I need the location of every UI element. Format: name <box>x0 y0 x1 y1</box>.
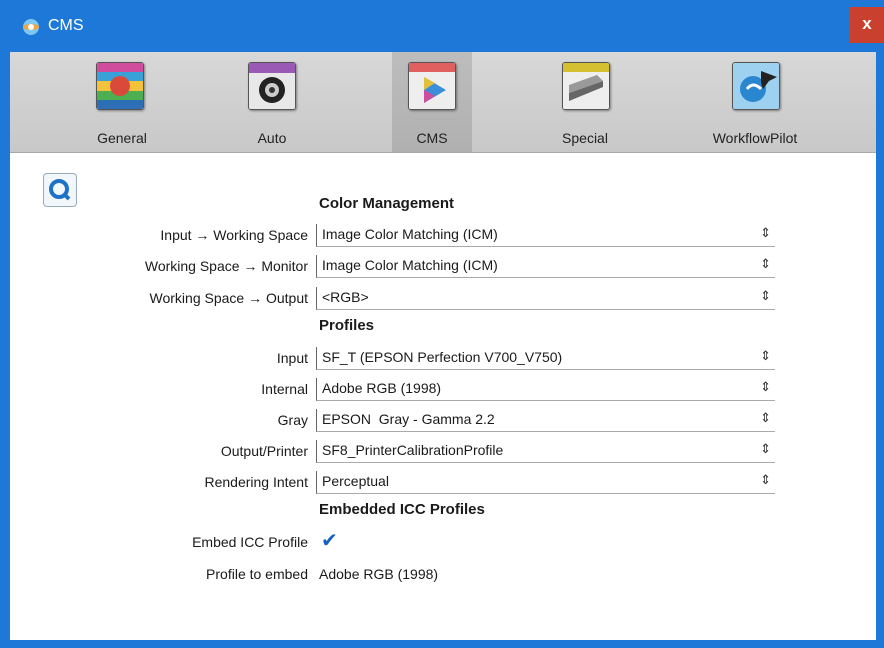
help-button[interactable] <box>43 173 77 207</box>
rendering-intent-label: Rendering Intent <box>204 474 308 490</box>
row-profile-to-embed: Profile to embed Adobe RGB (1998) <box>10 563 876 587</box>
working-space-output-select[interactable]: <RGB> ⇕ <box>316 287 775 310</box>
output-printer-label: Output/Printer <box>220 443 308 459</box>
input-profile-select[interactable]: SF_T (EPSON Perfection V700_V750) ⇕ <box>316 347 775 370</box>
updown-arrow-icon: ⇕ <box>760 472 771 487</box>
row-embed-icc: Embed ICC Profile ✔ <box>10 528 876 555</box>
section-embedded-icc: Embedded ICC Profiles <box>319 501 485 518</box>
title-bar: CMS x <box>0 0 884 52</box>
tab-auto[interactable]: Auto <box>232 52 312 152</box>
tab-label: Auto <box>257 130 287 146</box>
select-value: SF8_PrinterCalibrationProfile <box>322 442 504 458</box>
tab-cms[interactable]: CMS <box>392 52 472 152</box>
profile-to-embed-value: Adobe RGB (1998) <box>319 566 439 582</box>
embed-icc-label: Embed ICC Profile <box>192 534 308 550</box>
magnifier-help-icon <box>49 179 71 201</box>
row-rendering-intent: Rendering Intent Perceptual ⇕ <box>10 471 876 495</box>
section-profiles: Profiles <box>319 317 375 334</box>
row-input-profile: Input SF_T (EPSON Perfection V700_V750) … <box>10 347 876 371</box>
input-working-space-label: Input → Working Space <box>160 227 308 243</box>
profile-to-embed-label: Profile to embed <box>206 566 308 582</box>
internal-profile-select[interactable]: Adobe RGB (1998) ⇕ <box>316 378 775 401</box>
app-logo-icon <box>23 19 39 35</box>
cms-color-icon <box>408 62 456 110</box>
working-space-monitor-label: Working Space → Monitor <box>144 258 308 274</box>
cms-settings-panel: Color Management Input → Working Space I… <box>10 153 876 640</box>
tab-special[interactable]: Special <box>540 52 630 152</box>
select-value: Perceptual <box>322 473 389 489</box>
general-rgb-icon <box>96 62 144 110</box>
updown-arrow-icon: ⇕ <box>760 441 771 456</box>
category-toolbar: General Auto CMS Special WorkflowPilot <box>10 52 876 153</box>
updown-arrow-icon: ⇕ <box>760 348 771 363</box>
gray-profile-label: Gray <box>277 412 308 428</box>
row-input-working-space: Input → Working Space Image Color Matchi… <box>10 224 876 248</box>
updown-arrow-icon: ⇕ <box>760 410 771 425</box>
row-working-space-monitor: Working Space → Monitor Image Color Matc… <box>10 255 876 279</box>
workflow-pilot-icon <box>732 62 780 110</box>
tab-label: WorkflowPilot <box>712 130 798 146</box>
input-working-space-select[interactable]: Image Color Matching (ICM) ⇕ <box>316 224 775 247</box>
row-internal-profile: Internal Adobe RGB (1998) ⇕ <box>10 378 876 402</box>
close-button[interactable]: x <box>850 7 884 43</box>
working-space-monitor-select[interactable]: Image Color Matching (ICM) ⇕ <box>316 255 775 278</box>
scanner-icon <box>562 62 610 110</box>
working-space-output-label: Working Space → Output <box>149 290 308 306</box>
gray-profile-select[interactable]: EPSON Gray - Gamma 2.2 ⇕ <box>316 409 775 432</box>
select-value: Image Color Matching (ICM) <box>322 257 498 273</box>
select-value: EPSON Gray - Gamma 2.2 <box>322 411 495 427</box>
input-profile-label: Input <box>276 350 308 366</box>
row-working-space-output: Working Space → Output <RGB> ⇕ <box>10 287 876 311</box>
auto-aperture-icon <box>248 62 296 110</box>
embed-icc-checkbox[interactable]: ✔ <box>321 528 338 553</box>
rendering-intent-select[interactable]: Perceptual ⇕ <box>316 471 775 494</box>
updown-arrow-icon: ⇕ <box>760 225 771 240</box>
tab-label: CMS <box>416 130 448 146</box>
select-value: Image Color Matching (ICM) <box>322 226 498 242</box>
window-title: CMS <box>48 17 84 34</box>
select-value: <RGB> <box>322 289 369 305</box>
updown-arrow-icon: ⇕ <box>760 379 771 394</box>
section-color-management: Color Management <box>319 195 455 212</box>
internal-profile-label: Internal <box>261 381 308 397</box>
updown-arrow-icon: ⇕ <box>760 288 771 303</box>
select-value: Adobe RGB (1998) <box>322 380 442 396</box>
tab-general[interactable]: General <box>82 52 162 152</box>
output-printer-select[interactable]: SF8_PrinterCalibrationProfile ⇕ <box>316 440 775 463</box>
updown-arrow-icon: ⇕ <box>760 256 771 271</box>
dialog-body: General Auto CMS Special WorkflowPilot C… <box>10 52 876 640</box>
select-value: SF_T (EPSON Perfection V700_V750) <box>322 349 563 365</box>
tab-label: Special <box>562 130 608 146</box>
tab-label: General <box>97 130 147 146</box>
row-output-printer-profile: Output/Printer SF8_PrinterCalibrationPro… <box>10 440 876 464</box>
tab-workflowpilot[interactable]: WorkflowPilot <box>700 52 810 152</box>
row-gray-profile: Gray EPSON Gray - Gamma 2.2 ⇕ <box>10 409 876 433</box>
